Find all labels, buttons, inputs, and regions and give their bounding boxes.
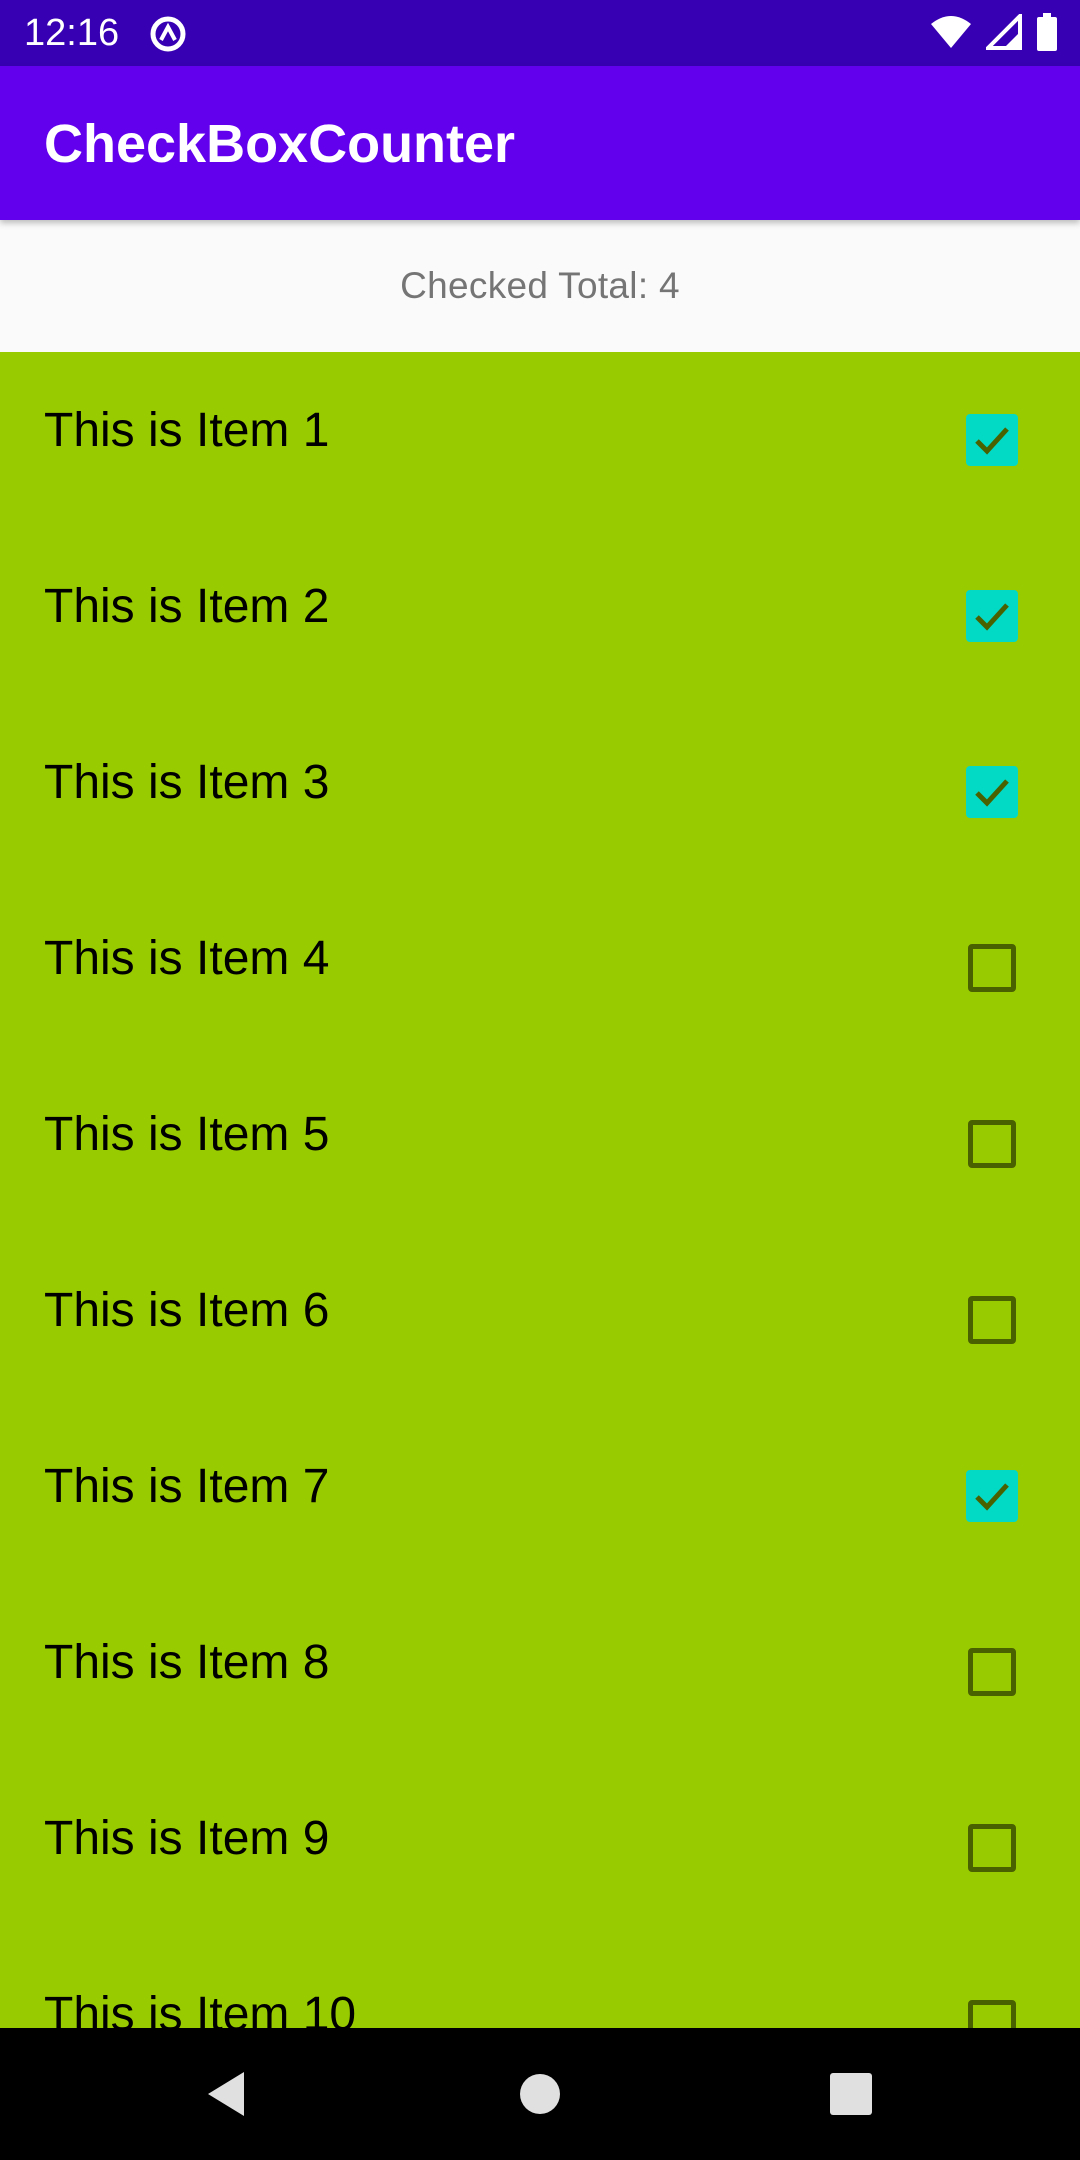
checkbox-unchecked[interactable] [968,2000,1016,2028]
item-label: This is Item 8 [44,1636,330,1689]
checkbox-checked[interactable] [966,766,1018,818]
app-notification-icon [148,14,188,54]
item-label: This is Item 4 [44,932,330,985]
checkbox-checked[interactable] [966,590,1018,642]
checked-total-label: Checked Total: 4 [400,265,680,306]
checkbox-unchecked[interactable] [968,1824,1016,1872]
item-label: This is Item 2 [44,580,330,633]
status-bar: 12:16 [0,0,1080,66]
list-item[interactable]: This is Item 3 [0,704,1080,880]
item-label: This is Item 10 [44,1988,357,2028]
item-label: This is Item 6 [44,1284,330,1337]
checkbox-checked[interactable] [966,1470,1018,1522]
navigation-bar [0,2028,1080,2160]
list-item[interactable]: This is Item 7 [0,1408,1080,1584]
home-icon[interactable] [510,2064,570,2124]
back-icon[interactable] [196,2064,256,2124]
list-item[interactable]: This is Item 2 [0,528,1080,704]
list-item[interactable]: This is Item 1 [0,352,1080,528]
item-label: This is Item 9 [44,1812,330,1865]
checkbox-unchecked[interactable] [968,1296,1016,1344]
checkbox-unchecked[interactable] [968,1648,1016,1696]
list-item[interactable]: This is Item 5 [0,1056,1080,1232]
status-icons [930,10,1058,56]
app-title: CheckBoxCounter [44,114,516,174]
list-item[interactable]: This is Item 9 [0,1760,1080,1936]
item-label: This is Item 3 [44,756,330,809]
list-item[interactable]: This is Item 6 [0,1232,1080,1408]
checkbox-unchecked[interactable] [968,1120,1016,1168]
app-bar: CheckBoxCounter [0,66,1080,220]
battery-icon [1036,12,1058,56]
item-label: This is Item 5 [44,1108,330,1161]
item-label: This is Item 7 [44,1460,330,1513]
list-item[interactable]: This is Item 4 [0,880,1080,1056]
list-item[interactable]: This is Item 10 [0,1936,1080,2028]
checkbox-unchecked[interactable] [968,944,1016,992]
wifi-icon [930,14,972,55]
checkbox-checked[interactable] [966,414,1018,466]
counter-panel: Checked Total: 4 [0,220,1080,352]
signal-icon [983,10,1022,55]
list-item[interactable]: This is Item 8 [0,1584,1080,1760]
item-list[interactable]: This is Item 1 This is Item 2 This is Item… [0,352,1080,2028]
item-label: This is Item 1 [44,404,330,457]
status-time: 12:16 [24,12,120,54]
recents-icon[interactable] [821,2064,881,2124]
screen: 12:16 CheckBoxCounter Checked Total: 4 T… [0,0,1080,2160]
